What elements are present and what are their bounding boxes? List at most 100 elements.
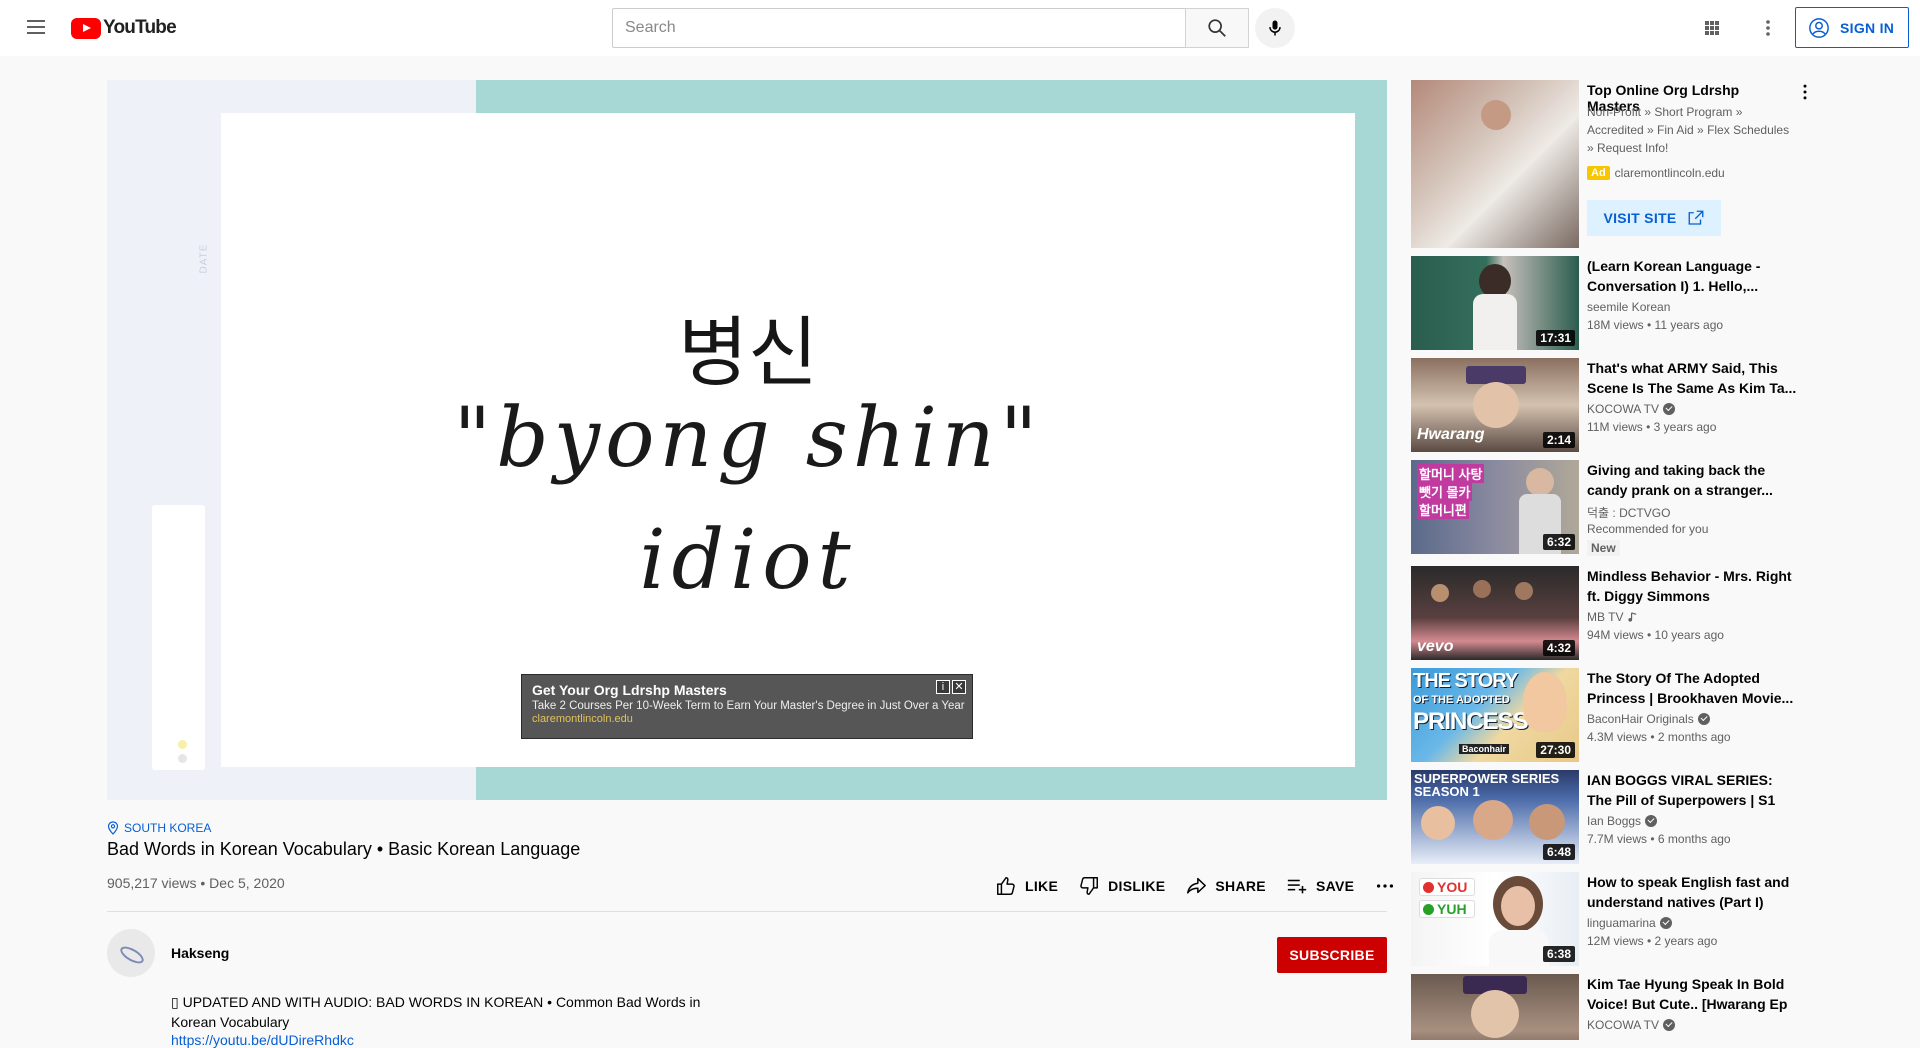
video-thumbnail[interactable]: 17:31 — [1411, 256, 1579, 350]
sidebar-ad: Top Online Org Ldrshp Masters Non-Profit… — [1411, 80, 1807, 248]
overlay-ad-url: claremontlincoln.edu — [532, 713, 633, 725]
video-thumbnail[interactable]: YOU YUH 6:38 — [1411, 872, 1579, 966]
gray-dot — [178, 754, 187, 763]
share-label: SHARE — [1215, 878, 1266, 894]
search-input[interactable] — [612, 8, 1185, 48]
video-thumbnail[interactable]: SUPERPOWER SERIES SEASON 1 6:48 — [1411, 770, 1579, 864]
channel-name: KOCOWA TV — [1587, 1018, 1676, 1032]
channel-name-text: BaconHair Originals — [1587, 712, 1694, 726]
visit-site-label: VISIT SITE — [1603, 210, 1677, 226]
share-button[interactable]: SHARE — [1175, 872, 1276, 900]
video-thumbnail[interactable] — [1411, 974, 1579, 1040]
recommendation-item[interactable]: Kim Tae Hyung Speak In Bold Voice! But C… — [1411, 974, 1811, 1040]
korean-word: 병신 — [678, 308, 818, 397]
youtube-play-icon — [71, 17, 101, 39]
thumb-story-line1: THE STORY — [1413, 670, 1518, 692]
dislike-label: DISLIKE — [1108, 878, 1166, 894]
ad-badge: Ad — [1587, 166, 1610, 180]
view-count-date: 905,217 views • Dec 5, 2020 — [107, 875, 285, 891]
ad-description: Non-Profit » Short Program » Accredited … — [1587, 105, 1790, 155]
channel-name-text: MB TV — [1587, 610, 1624, 624]
external-link-icon — [1688, 210, 1703, 225]
video-meta: 18M views • 11 years ago — [1587, 318, 1724, 332]
video-thumbnail[interactable]: 할머니 사탕 뺏기 몰카 할머니편 6:32 — [1411, 460, 1579, 554]
video-thumbnail[interactable]: Hwarang 2:14 — [1411, 358, 1579, 452]
player-side-strip — [152, 505, 205, 770]
ad-domain: claremontlincoln.edu — [1614, 166, 1725, 180]
thumb-korean-text-2: 뺏기 몰카 — [1417, 482, 1473, 501]
location-link[interactable]: SOUTH KOREA — [107, 821, 211, 835]
video-duration: 6:32 — [1542, 534, 1575, 550]
recommendation-item[interactable]: vevo 4:32 Mindless Behavior - Mrs. Right… — [1411, 566, 1811, 660]
youtube-logo[interactable]: YouTube — [71, 17, 177, 39]
close-icon[interactable]: ✕ — [952, 680, 966, 694]
date-label: DATE — [198, 243, 210, 274]
video-thumbnail[interactable]: vevo 4:32 — [1411, 566, 1579, 660]
save-button[interactable]: SAVE — [1276, 872, 1364, 900]
logo-text: YouTube — [103, 17, 177, 38]
channel-name: seemile Korean — [1587, 300, 1670, 314]
channel-name-text: KOCOWA TV — [1587, 1018, 1660, 1032]
menu-icon[interactable] — [24, 16, 48, 40]
video-duration: 4:32 — [1542, 640, 1575, 656]
save-label: SAVE — [1315, 878, 1355, 894]
divider — [107, 911, 1387, 912]
video-title: That's what ARMY Said, This Scene Is The… — [1587, 360, 1797, 396]
ad-badge-row: Ad claremontlincoln.edu — [1587, 166, 1725, 180]
video-meta: Recommended for you — [1587, 522, 1709, 536]
recommendation-item[interactable]: SUPERPOWER SERIES SEASON 1 6:48 IAN BOGG… — [1411, 770, 1811, 864]
description-link[interactable]: https://youtu.be/dUDireRhdkc — [171, 1032, 354, 1048]
video-title: The Story Of The Adopted Princess | Broo… — [1587, 670, 1794, 706]
video-duration: 2:14 — [1542, 432, 1575, 448]
channel-name: KOCOWA TV — [1587, 402, 1676, 416]
channel-name[interactable]: Hakseng — [171, 945, 229, 961]
sign-in-button[interactable]: SIGN IN — [1795, 7, 1910, 48]
video-title: IAN BOGGS VIRAL SERIES: The Pill of Supe… — [1587, 772, 1776, 808]
recommendation-item[interactable]: YOU YUH 6:38 How to speak English fast a… — [1411, 872, 1811, 966]
video-duration: 17:31 — [1536, 330, 1575, 346]
voice-search-button[interactable] — [1255, 8, 1295, 48]
channel-name: MB TV — [1587, 610, 1638, 624]
video-thumbnail[interactable]: THE STORY OF THE ADOPTED PRINCESS Baconh… — [1411, 668, 1579, 762]
video-duration: 27:30 — [1536, 742, 1575, 758]
account-icon — [1809, 17, 1829, 38]
kebab-icon — [1766, 20, 1770, 36]
recommendation-item[interactable]: Hwarang 2:14 That's what ARMY Said, This… — [1411, 358, 1811, 452]
apps-icon[interactable] — [1700, 16, 1724, 40]
thumb-story-line3: PRINCESS — [1413, 708, 1529, 735]
search-bar — [612, 8, 1249, 48]
video-player[interactable]: DATE 병신 "byong shin" idiot i ✕ Get Your … — [107, 80, 1387, 800]
more-actions-button[interactable] — [1364, 872, 1414, 900]
video-meta: 12M views • 2 years ago — [1587, 934, 1718, 948]
verified-icon — [1663, 1019, 1676, 1031]
subscribe-button[interactable]: SUBSCRIBE — [1277, 937, 1387, 973]
location-pin-icon — [107, 821, 119, 835]
video-title: Bad Words in Korean Vocabulary • Basic K… — [107, 839, 581, 859]
dislike-button[interactable]: DISLIKE — [1068, 872, 1175, 900]
info-icon[interactable]: i — [936, 680, 950, 694]
thumb-vevo-text: vevo — [1417, 638, 1454, 655]
ad-thumbnail[interactable] — [1411, 80, 1579, 248]
verified-icon — [1645, 815, 1658, 827]
thumb-korean-text-3: 할머니편 — [1417, 500, 1469, 519]
recommendation-item[interactable]: 할머니 사탕 뺏기 몰카 할머니편 6:32 Giving and taking… — [1411, 460, 1811, 556]
ad-more-icon[interactable] — [1795, 82, 1815, 102]
vocabulary-card: 병신 "byong shin" idiot — [221, 113, 1355, 767]
visit-site-button[interactable]: VISIT SITE — [1587, 200, 1721, 236]
playlist-add-icon — [1287, 879, 1307, 894]
recommendation-item[interactable]: THE STORY OF THE ADOPTED PRINCESS Baconh… — [1411, 668, 1811, 762]
overlay-ad[interactable]: i ✕ Get Your Org Ldrshp Masters Take 2 C… — [521, 674, 973, 739]
video-meta: 4.3M views • 2 months ago — [1587, 730, 1731, 744]
yellow-dot — [178, 740, 187, 749]
channel-name: BaconHair Originals — [1587, 712, 1710, 726]
settings-more-icon[interactable] — [1756, 16, 1780, 40]
search-button[interactable] — [1185, 8, 1249, 48]
channel-avatar[interactable] — [107, 929, 155, 977]
location-text: SOUTH KOREA — [124, 821, 212, 835]
channel-name-text: Ian Boggs — [1587, 814, 1642, 828]
search-icon — [1208, 19, 1226, 37]
recommendation-item[interactable]: 17:31 (Learn Korean Language - Conversat… — [1411, 256, 1811, 350]
microphone-icon — [1269, 20, 1281, 36]
music-note-icon — [1628, 611, 1637, 622]
like-button[interactable]: LIKE — [985, 872, 1068, 900]
